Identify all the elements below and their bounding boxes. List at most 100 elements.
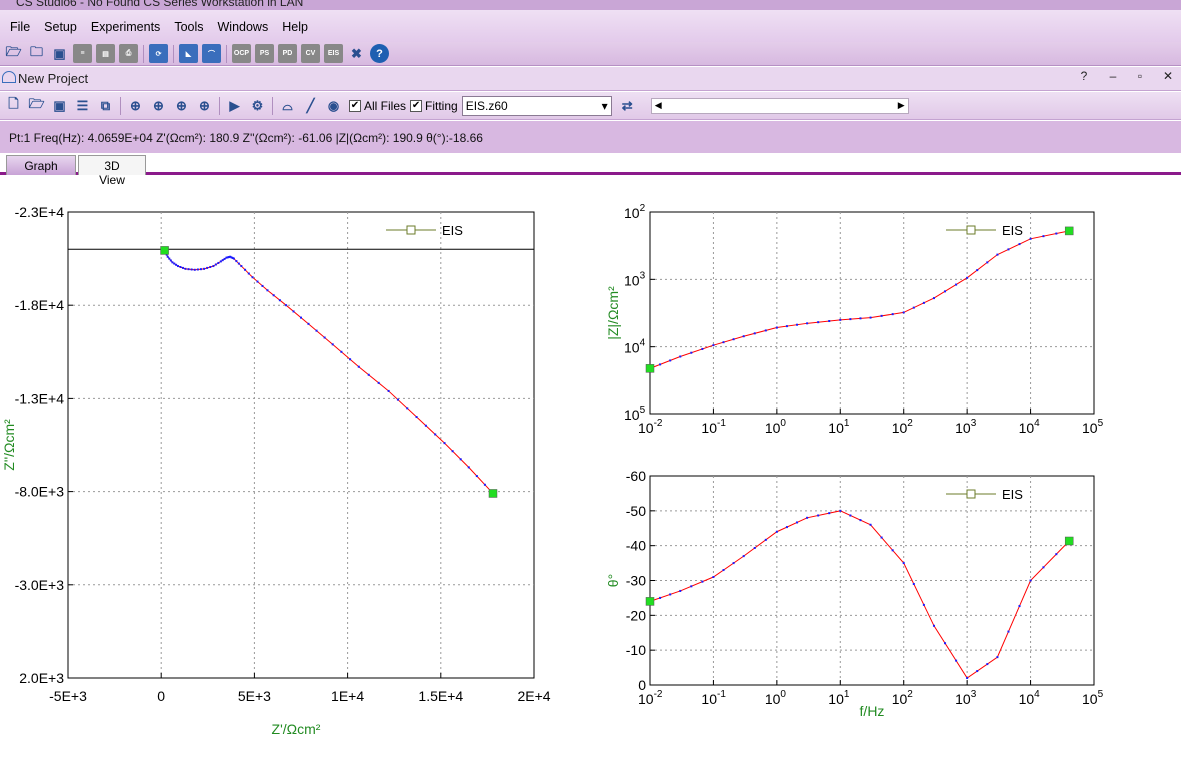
menu-windows[interactable]: Windows [212, 12, 277, 40]
nyquist-data-point [475, 475, 478, 478]
zoom-out-icon[interactable]: ⊕ [195, 96, 214, 115]
project-help-button[interactable]: ? [1074, 69, 1094, 87]
bode-phase-data-point [932, 624, 935, 627]
bode-phase-x-tick-label: 102 [892, 689, 914, 707]
point-icon[interactable]: ◉ [324, 96, 343, 115]
scroll-right-icon[interactable]: ▶ [898, 100, 905, 111]
project-minimize-button[interactable]: – [1103, 69, 1123, 87]
menu-experiments[interactable]: Experiments [85, 12, 168, 40]
document-icon[interactable]: ≡ [73, 44, 92, 63]
file-scrollbar[interactable]: ◀ ▶ [650, 97, 909, 114]
help-icon[interactable]: ? [370, 44, 389, 63]
tools-icon[interactable]: ✖ [347, 44, 366, 63]
nyquist-y-tick-label: -1.3E+4 [15, 390, 65, 406]
nyquist-x-tick-label: -5E+3 [49, 688, 87, 704]
bode-modulus-y-tick-label: 104 [624, 338, 646, 356]
image-icon[interactable]: ▤ [96, 44, 115, 63]
save-data-icon[interactable]: ▣ [50, 96, 69, 115]
menu-tools[interactable]: Tools [168, 12, 211, 40]
nyquist-data-point [171, 261, 174, 264]
nyquist-data-point [406, 407, 409, 410]
nyquist-y-tick-label: -3.0E+3 [15, 577, 65, 593]
open-data-icon[interactable]: 🗁 [27, 96, 46, 115]
cv-button[interactable]: CV [301, 44, 320, 63]
main-toolbar: 🗁 🗀 ▣ ≡ ▤ ⎙ ⟳ ◣ ⌒ OCP PS PD CV EIS ✖ ? [0, 42, 1181, 66]
arc-icon[interactable]: ⌓ [278, 96, 297, 115]
nyquist-data-point [483, 483, 486, 486]
nyquist-data-point [377, 381, 380, 384]
bode-modulus-data-point [944, 290, 947, 293]
file-select[interactable]: EIS.z60 ▾ [461, 95, 612, 116]
ps-button[interactable]: PS [255, 44, 274, 63]
bode-phase-data-point [922, 603, 925, 606]
project-close-button[interactable]: ✕ [1158, 69, 1178, 87]
project-maximize-button[interactable]: ▫ [1130, 69, 1150, 87]
nyquist-legend-marker [406, 225, 416, 235]
plot-icon[interactable]: ◣ [179, 44, 198, 63]
bode-modulus-data-point [828, 320, 831, 323]
swap-icon[interactable]: ⇄ [618, 96, 637, 115]
nyquist-data-point [272, 294, 275, 297]
bode-modulus-data-point [742, 335, 745, 338]
bode-modulus-data-point [753, 332, 756, 335]
save-icon[interactable]: ▣ [50, 44, 69, 63]
pd-button[interactable]: PD [278, 44, 297, 63]
fit-icon[interactable]: ⌒ [202, 44, 221, 63]
bode-modulus-legend-marker [966, 225, 976, 235]
print-icon[interactable]: ⎙ [119, 44, 138, 63]
nyquist-data-point [237, 262, 240, 265]
zoom-b-icon[interactable]: ⊕ [149, 96, 168, 115]
nyquist-data-point [278, 299, 281, 302]
nyquist-data-point [168, 257, 171, 260]
fitting-checkbox[interactable]: ✔ Fitting [410, 99, 458, 113]
open-file-icon[interactable]: 🗁 [4, 44, 23, 63]
bode-phase-y-tick-label: 0 [638, 677, 646, 693]
bode-modulus-data-point [986, 261, 989, 264]
all-files-checkbox[interactable]: ✔ All Files [349, 99, 406, 113]
scroll-left-icon[interactable]: ◀ [655, 100, 662, 111]
zoom-in-icon[interactable]: ⊕ [172, 96, 191, 115]
list-icon[interactable]: ☰ [73, 96, 92, 115]
open-folder-icon[interactable]: 🗀 [27, 44, 46, 63]
bode-phase-data-point [859, 519, 862, 522]
copy-icon[interactable]: ⧉ [96, 96, 115, 115]
bode-modulus-data-point [1055, 232, 1058, 235]
bode-modulus-frame [649, 211, 1095, 415]
nyquist-data-point [221, 259, 224, 262]
refresh-icon[interactable]: ⟳ [149, 44, 168, 63]
new-file-icon[interactable]: 🗋 [4, 96, 23, 115]
nyquist-data-point [285, 304, 288, 307]
bode-modulus-data-point [891, 313, 894, 316]
play-icon[interactable]: ▶ [225, 96, 244, 115]
bode-phase-data-point [679, 589, 682, 592]
menu-setup[interactable]: Setup [38, 12, 85, 40]
eis-button[interactable]: EIS [324, 44, 343, 63]
bode-phase-data-point [659, 596, 662, 599]
menu-file[interactable]: File [4, 12, 38, 40]
plot-area: -5E+3 0 5E+3 1E+4 1.5E+4 2E+4 -2.3E+4 -1.8E+4 -1… [0, 178, 1181, 762]
settings-icon[interactable]: ⚙ [248, 96, 267, 115]
nyquist-data-point [235, 260, 238, 263]
check-icon: ✔ [410, 99, 423, 112]
bode-phase-x-tick-label: 104 [1019, 689, 1041, 707]
bode-phase-y-tick-label: -30 [626, 573, 646, 589]
line-icon[interactable]: ╱ [301, 96, 320, 115]
zoom-a-icon[interactable]: ⊕ [126, 96, 145, 115]
nyquist-data-point [459, 458, 462, 461]
tab-graph[interactable]: Graph [6, 155, 76, 175]
nyquist-data-point [451, 450, 454, 453]
nyquist-x-tick-label: 1E+4 [331, 688, 364, 704]
nyquist-y-tick-label: -8.0E+3 [15, 484, 65, 500]
tab-3d-view[interactable]: 3D View [78, 155, 146, 187]
bode-phase-data-point [764, 538, 767, 541]
status-readout: Pt:1 Freq(Hz): 4.0659E+04 Z'(Ωcm²): 180.… [9, 131, 483, 145]
menu-help[interactable]: Help [276, 12, 316, 40]
charts-canvas[interactable]: -5E+3 0 5E+3 1E+4 1.5E+4 2E+4 -2.3E+4 -1.8E+4 -1… [0, 178, 1181, 762]
bode-phase-data-point [1018, 605, 1021, 608]
bode-phase-data-point [806, 516, 809, 519]
bode-phase-x-tick-label: 101 [828, 689, 850, 707]
bode-modulus-x-tick-label: 10-1 [701, 418, 726, 436]
ocp-button[interactable]: OCP [232, 44, 251, 63]
nyquist-x-tick-label: 2E+4 [517, 688, 550, 704]
bode-phase-x-tick-label: 100 [765, 689, 787, 707]
